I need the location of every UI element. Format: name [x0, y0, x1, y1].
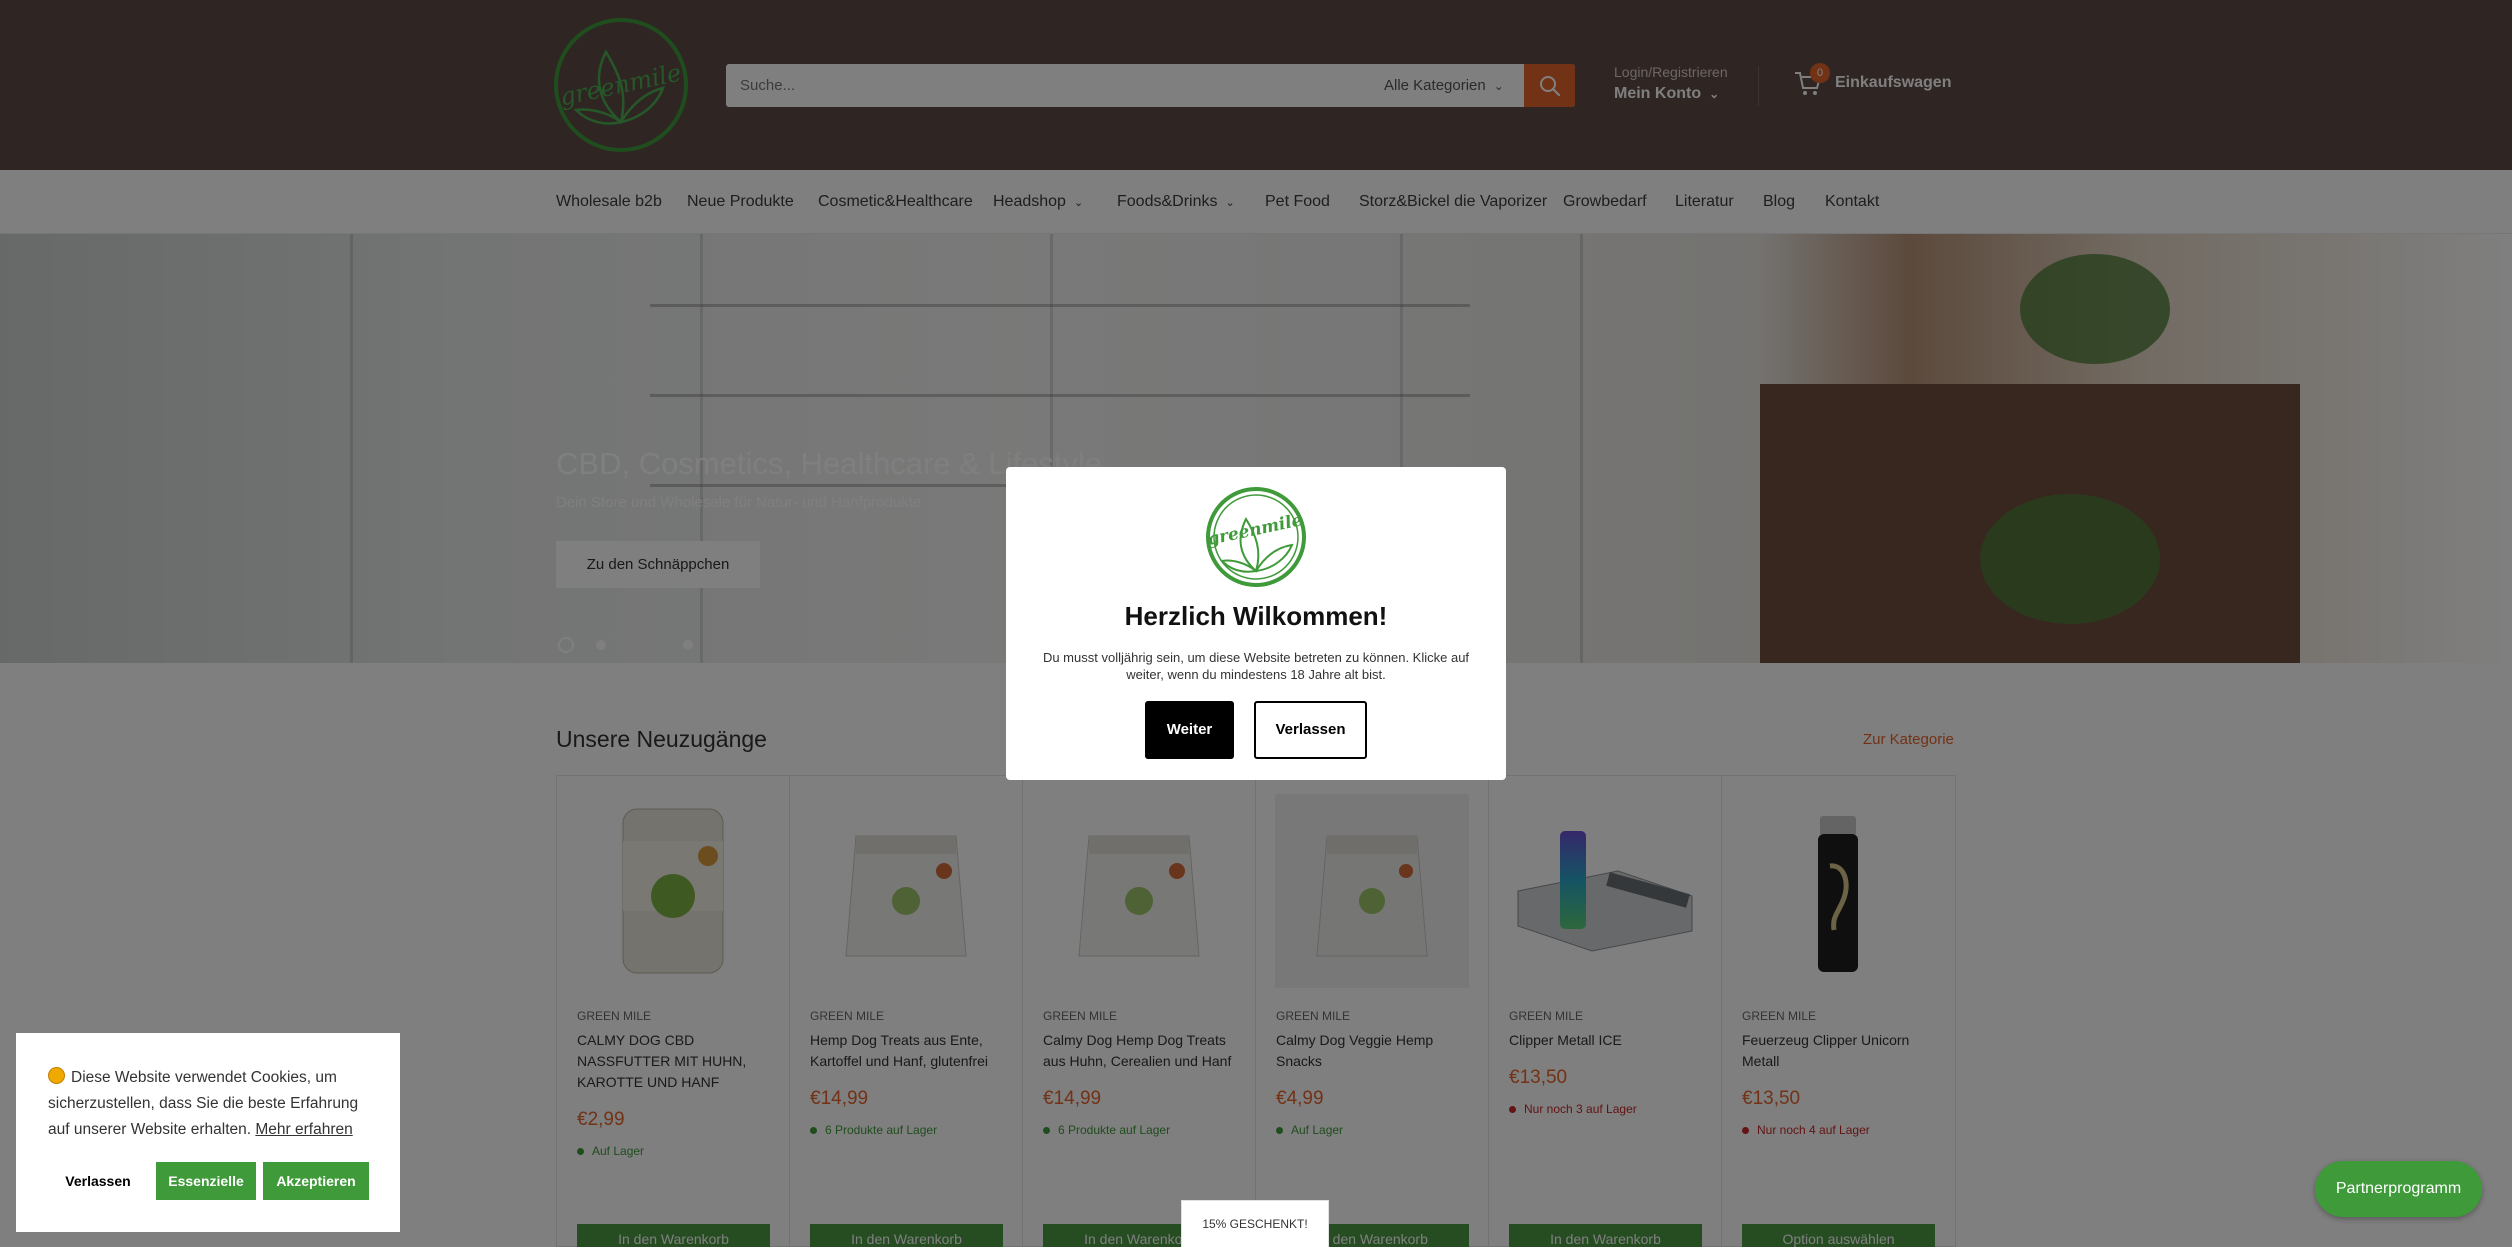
age-verification-modal: greenmile Herzlich Wilkommen! Du musst v… [1006, 467, 1506, 780]
cookie-banner: Diese Website verwendet Cookies, um sich… [16, 1033, 400, 1232]
discount-tab[interactable]: 15% GESCHENKT! [1181, 1200, 1329, 1247]
cookie-emoji-icon [48, 1067, 65, 1084]
cookie-message: Diese Website verwendet Cookies, um sich… [48, 1065, 378, 1143]
partner-program-button[interactable]: Partnerprogramm [2315, 1161, 2482, 1217]
leave-site-button[interactable]: Verlassen [1254, 701, 1367, 759]
cookie-accept-button[interactable]: Akzeptieren [263, 1162, 369, 1200]
confirm-age-button[interactable]: Weiter [1145, 701, 1234, 759]
learn-more-link[interactable]: Mehr erfahren [255, 1121, 352, 1138]
modal-text: Du musst volljährig sein, um diese Websi… [1042, 650, 1470, 682]
cookie-leave-button[interactable]: Verlassen [48, 1162, 148, 1200]
cookie-essential-button[interactable]: Essenzielle [156, 1162, 256, 1200]
modal-title: Herzlich Wilkommen! [1124, 601, 1388, 631]
greenmile-logo-icon: greenmile [1206, 487, 1306, 587]
